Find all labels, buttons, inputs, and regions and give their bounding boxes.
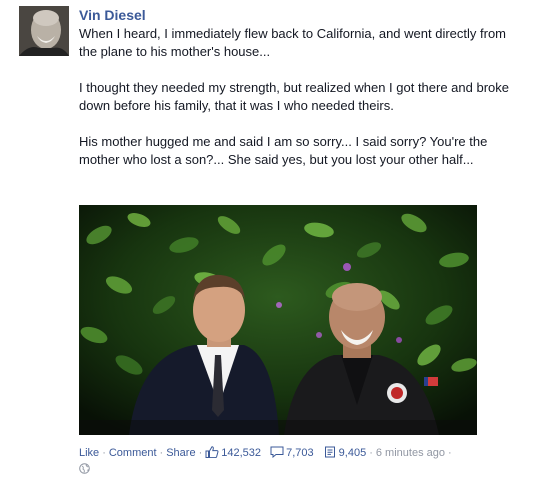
post-actions: Like · Comment · Share · 142,532 7,703 9,405 · 6… xyxy=(79,446,519,459)
facebook-post: Vin Diesel When I heard, I immediately f… xyxy=(0,0,540,499)
separator: · xyxy=(198,447,203,459)
author-name[interactable]: Vin Diesel xyxy=(79,7,146,23)
post-paragraph: I thought they needed my strength, but r… xyxy=(79,80,510,113)
comment-link[interactable]: Comment xyxy=(109,447,157,459)
share-icon xyxy=(324,446,335,458)
globe-icon[interactable] xyxy=(79,463,90,474)
comments-count-text: 7,703 xyxy=(286,447,314,459)
author-avatar[interactable] xyxy=(19,6,69,56)
like-link[interactable]: Like xyxy=(79,447,99,459)
post-photo[interactable] xyxy=(79,205,477,435)
post-timestamp[interactable]: 6 minutes ago xyxy=(376,447,445,459)
thumbs-up-icon xyxy=(205,446,219,459)
separator: · xyxy=(447,447,452,459)
comments-count[interactable]: 7,703 xyxy=(270,446,314,459)
separator: · xyxy=(102,447,106,459)
shares-count-text: 9,405 xyxy=(338,447,367,459)
separator: · xyxy=(369,447,373,459)
shares-count[interactable]: 9,405 xyxy=(323,446,367,459)
comment-icon xyxy=(270,446,284,459)
likes-count-text: 142,532 xyxy=(221,447,262,459)
separator: · xyxy=(159,447,164,459)
photo-image xyxy=(79,205,477,435)
post-paragraph: When I heard, I immediately flew back to… xyxy=(79,26,507,59)
post-text: When I heard, I immediately flew back to… xyxy=(79,25,519,169)
avatar-image xyxy=(19,6,69,56)
likes-count[interactable]: 142,532 xyxy=(205,446,262,459)
post-paragraph: His mother hugged me and said I am so so… xyxy=(79,134,488,167)
share-link[interactable]: Share xyxy=(166,447,195,459)
